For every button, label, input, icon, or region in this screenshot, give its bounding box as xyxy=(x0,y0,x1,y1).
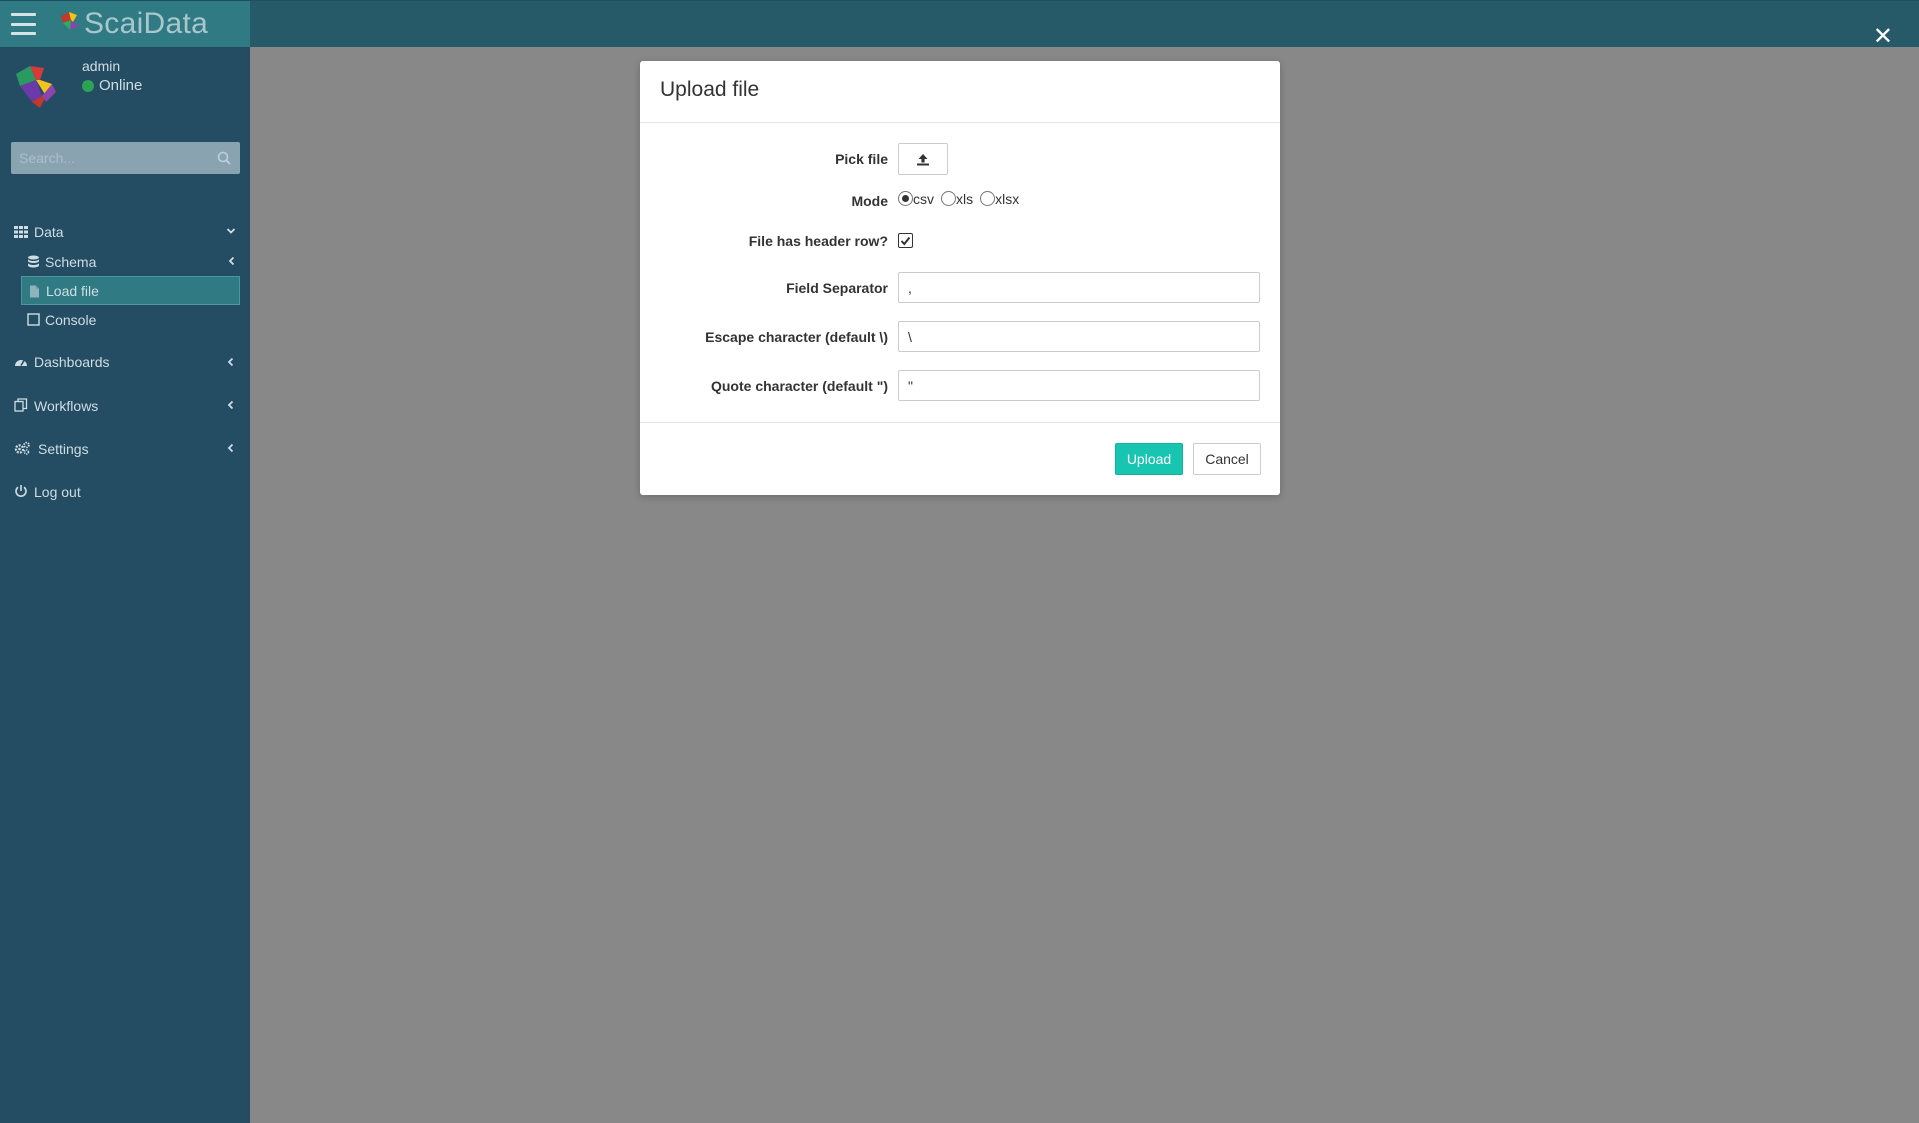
sidebar-item-label: Workflows xyxy=(34,397,99,414)
pick-file-button[interactable] xyxy=(898,143,948,175)
header-row-row: File has header row? xyxy=(640,225,1280,261)
cancel-button[interactable]: Cancel xyxy=(1193,443,1261,475)
sidebar-item-label: Console xyxy=(45,311,97,328)
top-bar: ScaiData ✕ xyxy=(0,0,1919,49)
mode-option-label: xls xyxy=(956,191,974,207)
mode-option-label: xlsx xyxy=(995,191,1020,207)
pick-file-row: Pick file xyxy=(640,143,1280,179)
chevron-down-icon xyxy=(226,228,236,234)
field-separator-row: Field Separator xyxy=(640,272,1280,308)
sidebar-item-label: Schema xyxy=(45,253,97,270)
sidebar-item-label: Log out xyxy=(34,483,81,500)
sidebar: admin Online Data xyxy=(0,47,250,1123)
sidebar-nav: Data Schema Load file Console Dashboards… xyxy=(0,217,250,513)
grid-icon xyxy=(14,226,28,238)
sidebar-item-load-file[interactable]: Load file xyxy=(21,276,240,305)
online-status-dot-icon xyxy=(82,79,94,92)
mode-radio-xlsx[interactable] xyxy=(980,190,996,206)
dialog-body: Pick file Mode csv xls xlsx File has hea… xyxy=(640,123,1280,423)
checkmark-icon xyxy=(900,236,911,246)
header-row-checkbox[interactable] xyxy=(898,233,913,248)
search-icon[interactable] xyxy=(217,151,231,165)
upload-button[interactable]: Upload xyxy=(1115,443,1183,475)
mode-radio-group: csv xls xlsx xyxy=(898,190,1026,207)
chevron-left-icon xyxy=(227,443,234,453)
sidebar-search xyxy=(11,142,240,174)
quote-character-row: Quote character (default ") xyxy=(640,370,1280,406)
chevron-left-icon xyxy=(228,256,235,266)
close-icon[interactable]: ✕ xyxy=(1873,25,1893,49)
mode-row: Mode csv xls xlsx xyxy=(640,185,1280,221)
pick-file-label: Pick file xyxy=(835,151,888,167)
sidebar-item-logout[interactable]: Log out xyxy=(0,470,250,513)
sidebar-item-label: Data xyxy=(34,224,64,240)
sidebar-item-settings[interactable]: Settings xyxy=(0,427,250,470)
dashboard-icon xyxy=(15,360,27,366)
sidebar-item-schema[interactable]: Schema xyxy=(21,247,240,276)
chevron-left-icon xyxy=(227,400,234,410)
sidebar-item-workflows[interactable]: Workflows xyxy=(0,384,250,427)
sidebar-item-label: Settings xyxy=(38,440,89,457)
quote-character-label: Quote character (default ") xyxy=(710,378,888,394)
sidebar-item-data[interactable]: Data xyxy=(0,217,250,247)
sidebar-item-label: Load file xyxy=(46,282,99,299)
user-name: admin xyxy=(82,58,121,74)
app-title[interactable]: ScaiData xyxy=(84,7,208,41)
quote-character-input[interactable] xyxy=(898,370,1260,401)
database-icon xyxy=(28,255,39,268)
gears-icon xyxy=(14,441,30,455)
escape-character-label: Escape character (default \) xyxy=(705,329,888,345)
user-status: Online xyxy=(82,77,142,94)
square-icon xyxy=(27,313,40,326)
chevron-left-icon xyxy=(227,357,234,367)
power-icon xyxy=(15,485,27,497)
sidebar-item-console[interactable]: Console xyxy=(21,305,240,334)
escape-character-row: Escape character (default \) xyxy=(640,321,1280,357)
mode-option-label: csv xyxy=(913,191,934,207)
search-input[interactable] xyxy=(11,142,206,174)
mode-radio-xls[interactable] xyxy=(941,190,956,206)
user-status-text: Online xyxy=(99,77,143,94)
escape-character-input[interactable] xyxy=(898,321,1260,352)
avatar xyxy=(16,66,56,108)
user-panel: admin Online xyxy=(0,47,250,137)
mode-radio-csv[interactable] xyxy=(898,190,913,206)
copy-icon xyxy=(14,398,28,412)
dialog-header: Upload file xyxy=(640,61,1280,123)
upload-icon xyxy=(917,153,929,165)
sidebar-item-label: Dashboards xyxy=(34,354,110,370)
field-separator-input[interactable] xyxy=(898,272,1260,303)
field-separator-label: Field Separator xyxy=(786,280,888,296)
brand-area: ScaiData xyxy=(0,1,250,48)
scaidata-logo-icon xyxy=(61,12,79,30)
mode-label: Mode xyxy=(851,193,888,209)
upload-file-dialog: Upload file Pick file Mode csv xls xlsx … xyxy=(640,61,1280,495)
file-icon xyxy=(30,285,39,298)
dialog-title: Upload file xyxy=(660,78,760,101)
dialog-footer: Upload Cancel xyxy=(640,423,1280,495)
sidebar-item-dashboards[interactable]: Dashboards xyxy=(0,340,250,384)
header-row-label: File has header row? xyxy=(748,233,888,249)
hamburger-menu-icon[interactable] xyxy=(11,13,36,35)
